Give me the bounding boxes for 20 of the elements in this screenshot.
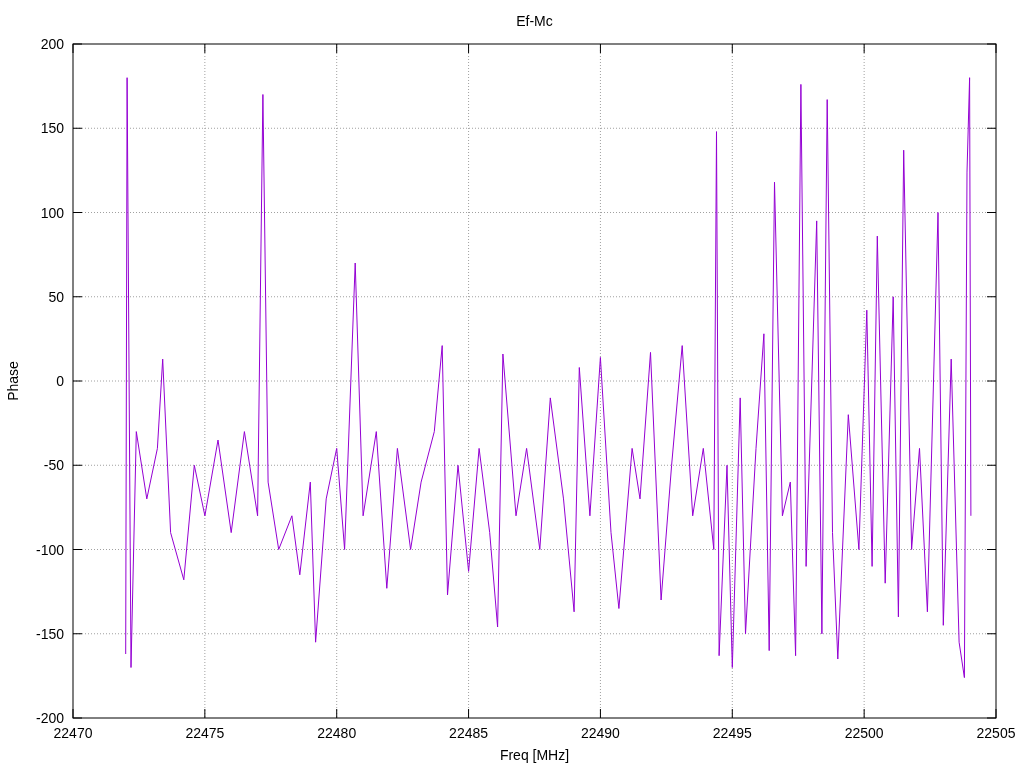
tick-label: 22480 <box>317 725 357 741</box>
tick-label: 22495 <box>712 725 752 741</box>
tick-label: -150 <box>35 625 64 642</box>
tick-label: 22475 <box>185 725 225 741</box>
tick-label: -100 <box>35 541 64 558</box>
tick-label: 50 <box>48 288 64 305</box>
tick-label: 22505 <box>976 725 1016 741</box>
tick-label: -50 <box>43 457 64 474</box>
tick-label: 150 <box>40 120 64 137</box>
tick-label: 22485 <box>449 725 489 741</box>
tick-label: 200 <box>40 36 64 52</box>
tick-label: 22470 <box>53 725 93 741</box>
tick-label: 100 <box>40 204 64 221</box>
axis-label: Phase <box>5 361 21 401</box>
tick-label: -200 <box>35 710 64 726</box>
chart-title: Ef-Mc <box>516 13 553 29</box>
tick-label: 22490 <box>580 725 620 741</box>
axis-label: Freq [MHz] <box>499 747 570 763</box>
tick-label: 22500 <box>844 725 884 741</box>
tick-label: 0 <box>56 373 64 389</box>
